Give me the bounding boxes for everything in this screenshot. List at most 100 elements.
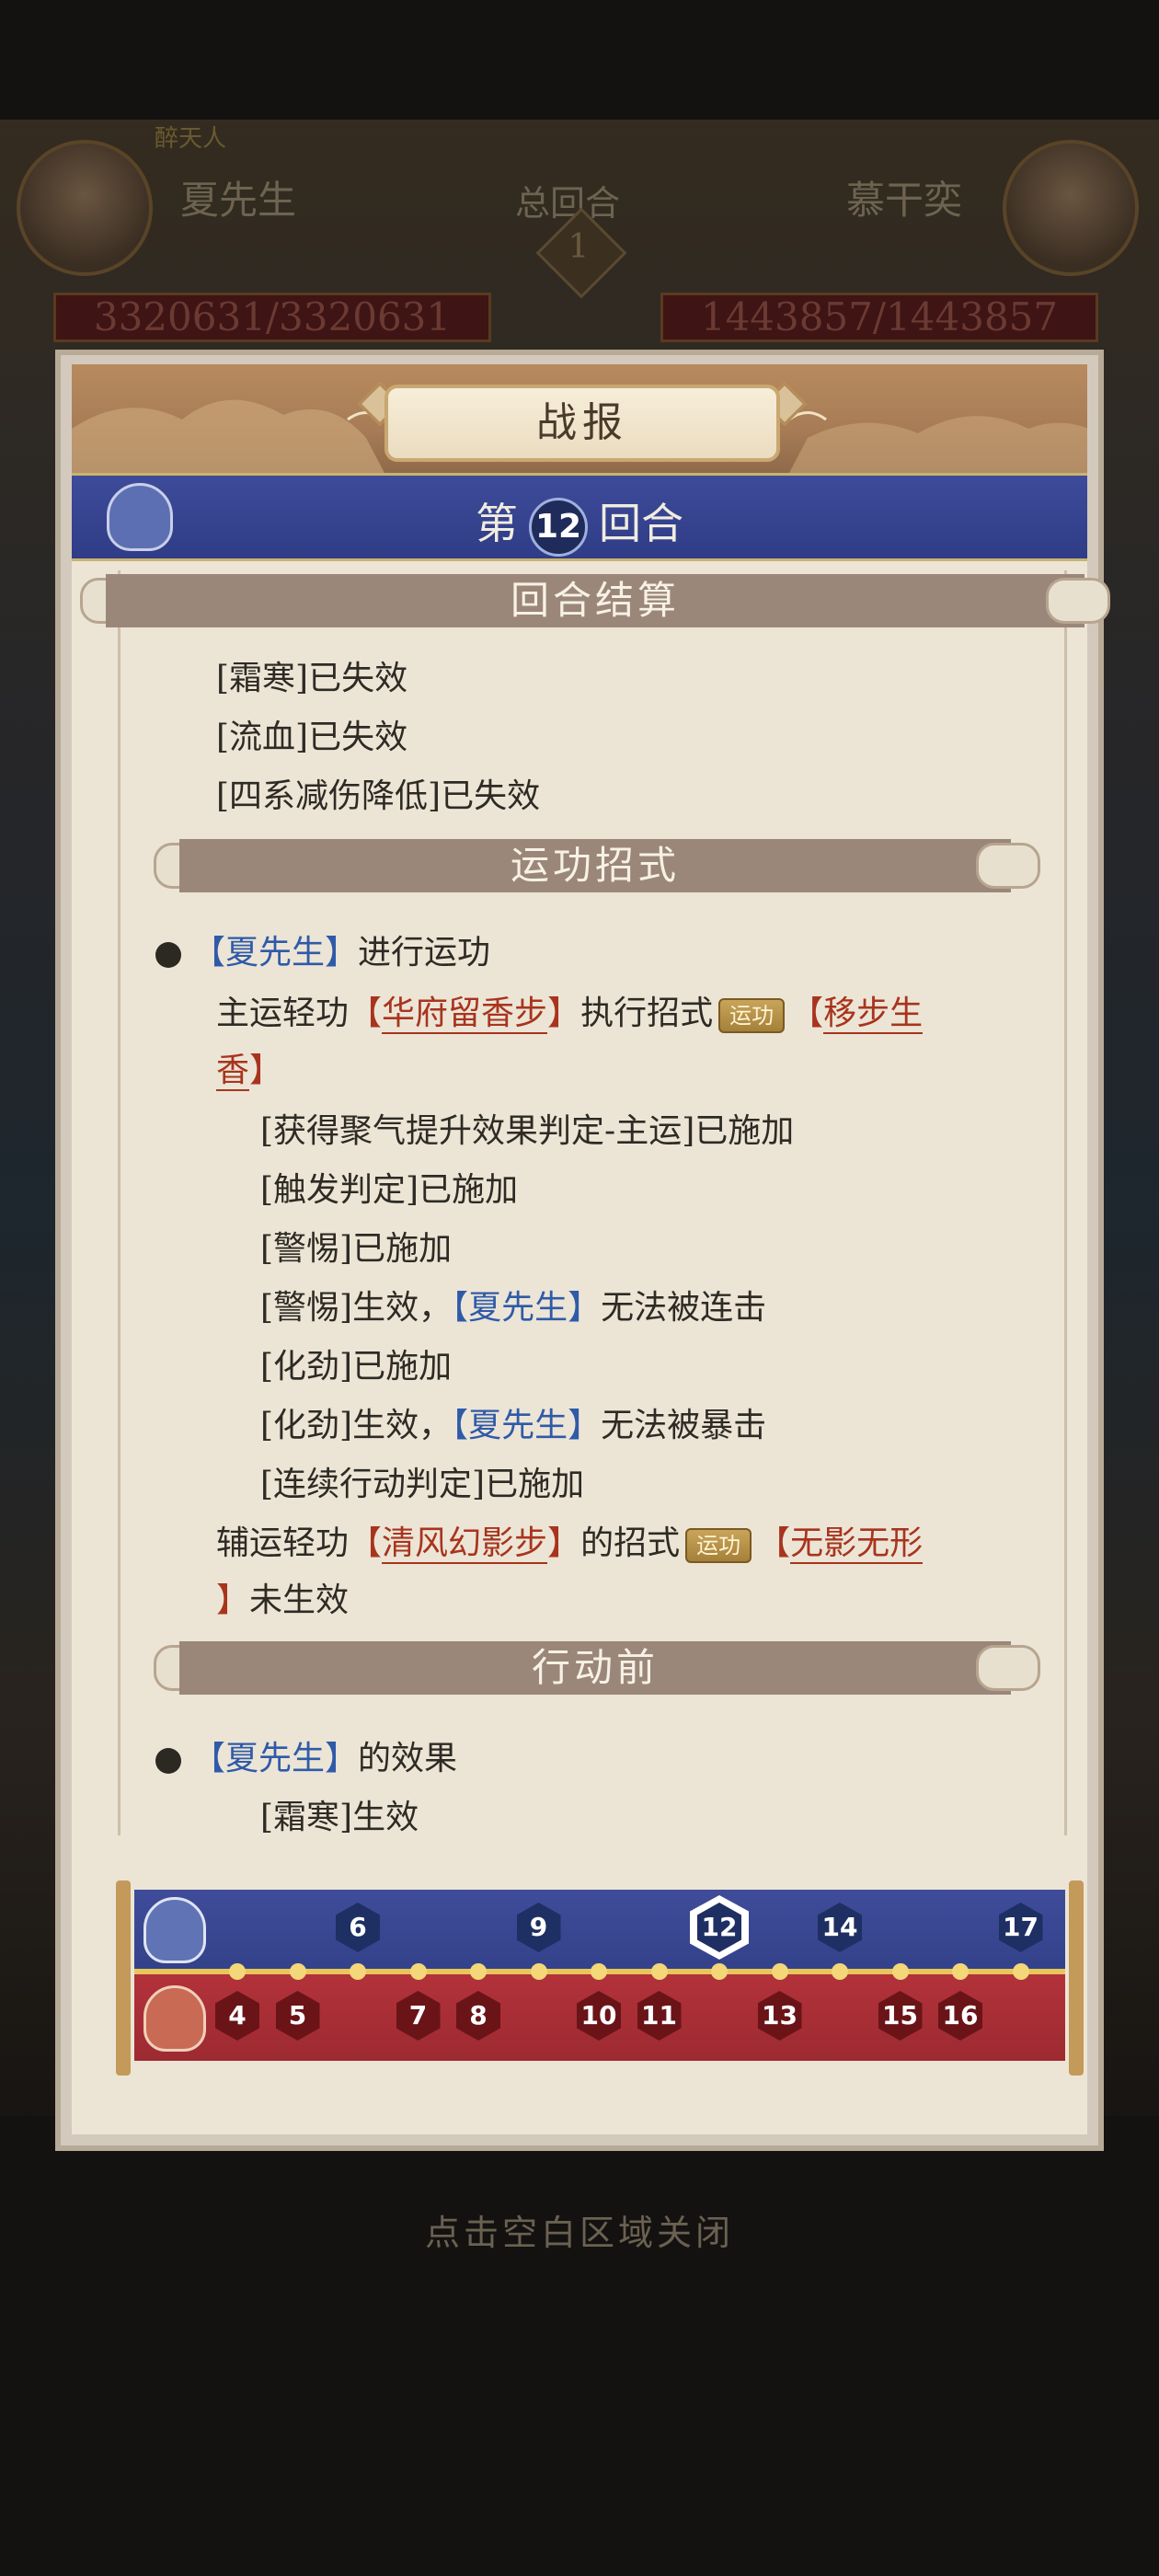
left-hero-avatar xyxy=(17,140,153,276)
main-skill-line: 主运轻功【华府留香步】执行招式 运功 【移步生 xyxy=(216,986,924,1034)
turn-order-timeline: 6 9 12 14 17 4 5 7 8 10 11 13 15 16 xyxy=(116,1880,1084,2076)
huajin-effect-line: [化劲]生效，【夏先生】无法被暴击 xyxy=(260,1398,766,1446)
timeline-dot xyxy=(289,1963,306,1980)
settlement-line: [四系减伤降低]已失效 xyxy=(216,777,541,815)
effect-prefix: [化劲]生效， xyxy=(260,1407,453,1444)
bracket: 【 xyxy=(349,995,383,1032)
timeline-dot xyxy=(952,1963,969,1980)
timeline-dot xyxy=(832,1963,848,1980)
timeline-right-post xyxy=(1069,1880,1084,2076)
before-action-text: 的效果 xyxy=(358,1740,458,1777)
bracket: 【 xyxy=(757,1524,791,1562)
banner-right-cloud-icon xyxy=(1046,578,1110,624)
report-scroll-area[interactable]: 回合结算 [霜寒]已失效 [流血]已失效 [四系减伤降低]已失效 运功招式 【夏… xyxy=(80,570,1110,1836)
round-header: 第 12 回合 xyxy=(72,473,1087,561)
bullet-icon xyxy=(155,1748,181,1774)
right-hero-avatar xyxy=(1003,140,1139,276)
action-text: 进行运功 xyxy=(358,934,491,972)
bracket: 【 xyxy=(790,995,824,1032)
settlement-line: [霜寒]已失效 xyxy=(216,660,408,697)
timeline-dot xyxy=(591,1963,607,1980)
ally-turn-track xyxy=(134,1890,1065,1972)
battle-report-panel: 战报 第 12 回合 回合结算 [霜寒]已失效 [流血]已失效 [四系减伤降低]已失… xyxy=(55,350,1110,2151)
yungong-badge: 运功 xyxy=(685,1528,752,1563)
timeline-dot xyxy=(650,1963,668,1980)
aux-move-link[interactable]: 无影无形 xyxy=(790,1524,924,1564)
effect-line: [化劲]已施加 xyxy=(260,1348,453,1386)
bracket: 】 xyxy=(547,995,581,1032)
main-move-link-cont[interactable]: 香 xyxy=(216,1052,250,1091)
bracket: 【 xyxy=(452,1407,469,1444)
left-hp-bar: 3320631/3320631 xyxy=(53,293,491,342)
timeline-dot xyxy=(229,1963,246,1980)
timeline-dot xyxy=(771,1963,788,1980)
section-skill-heading: 运功招式 xyxy=(179,839,1011,892)
actor-name[interactable]: 夏先生 xyxy=(225,934,325,972)
timeline-dot xyxy=(891,1963,909,1980)
main-skill-line-cont: 香】 xyxy=(216,1043,282,1091)
timeline-dot xyxy=(1012,1963,1029,1980)
close-hint-text[interactable]: 点击空白区域关闭 xyxy=(0,2204,1159,2255)
round-prefix: 第 xyxy=(476,499,518,548)
timeline-left-post xyxy=(116,1880,131,2076)
bracket: 】 xyxy=(547,1524,581,1562)
main-prefix: 主运轻功 xyxy=(216,995,350,1032)
actor-name[interactable]: 夏先生 xyxy=(225,1740,325,1777)
skill-actor-line: 【夏先生】进行运功 xyxy=(155,926,490,973)
effect-line: [霜寒]生效 xyxy=(260,1799,419,1836)
section-before-action-heading: 行动前 xyxy=(179,1641,1011,1695)
right-hp-bar: 1443857/1443857 xyxy=(660,293,1098,342)
timeline-dot xyxy=(470,1963,487,1980)
main-mid: 执行招式 xyxy=(580,995,714,1032)
alert-effect-line: [警惕]生效，【夏先生】无法被连击 xyxy=(260,1281,766,1328)
left-hero-name: 夏先生 xyxy=(180,178,297,223)
total-round-label: 总回合 xyxy=(515,183,621,224)
timeline-dot xyxy=(350,1963,366,1980)
timeline-dot xyxy=(530,1963,547,1980)
bracket: 【 xyxy=(192,1740,226,1777)
bullet-icon xyxy=(155,942,181,968)
main-skill-link[interactable]: 华府留香步 xyxy=(382,995,548,1034)
banner-right-cloud-icon xyxy=(976,843,1040,889)
bracket: 】 xyxy=(568,1407,602,1444)
bracket: 【 xyxy=(452,1289,469,1327)
left-hero-tag: 醉天人 xyxy=(155,125,227,153)
round-suffix: 回合 xyxy=(599,499,683,548)
effect-line: [触发判定]已施加 xyxy=(260,1171,519,1209)
round-number: 12 xyxy=(529,498,588,557)
before-action-actor-line: 【夏先生】的效果 xyxy=(155,1731,457,1779)
timeline-dot xyxy=(409,1963,427,1980)
main-move-link[interactable]: 移步生 xyxy=(823,995,924,1034)
bracket: 】 xyxy=(216,1581,250,1619)
enemy-avatar-icon xyxy=(143,1985,206,2052)
bracket: 】 xyxy=(325,1740,359,1777)
aux-suffix: 未生效 xyxy=(249,1581,350,1619)
settlement-line: [流血]已失效 xyxy=(216,719,408,756)
bracket: 【 xyxy=(349,1524,383,1562)
ally-avatar-icon xyxy=(143,1897,206,1963)
battle-hud: 醉天人 夏先生 3320631/3320631 总回合 1 慕干奕 144385… xyxy=(0,125,1159,359)
aux-skill-line: 辅运轻功【清风幻影步】的招式 运功 【无影无形 xyxy=(216,1516,924,1564)
total-round-number: 1 xyxy=(568,228,590,266)
bracket: 】 xyxy=(568,1289,602,1327)
effect-line: [连续行动判定]已施加 xyxy=(260,1466,585,1503)
actor-name[interactable]: 夏先生 xyxy=(468,1289,568,1327)
aux-skill-link[interactable]: 清风幻影步 xyxy=(382,1524,548,1564)
section-settlement-heading: 回合结算 xyxy=(106,574,1084,627)
bracket: 】 xyxy=(249,1052,283,1089)
effect-suffix: 无法被连击 xyxy=(601,1289,767,1327)
effect-suffix: 无法被暴击 xyxy=(601,1407,767,1444)
yungong-badge: 运功 xyxy=(718,998,786,1033)
panel-body: 战报 第 12 回合 回合结算 [霜寒]已失效 [流血]已失效 [四系减伤降低]已失… xyxy=(72,364,1110,2134)
panel-header: 战报 xyxy=(72,364,1087,473)
actor-name[interactable]: 夏先生 xyxy=(468,1407,568,1444)
aux-prefix: 辅运轻功 xyxy=(216,1524,350,1562)
timeline-dot xyxy=(711,1963,728,1980)
effect-line: [获得聚气提升效果判定-主运]已施加 xyxy=(260,1112,795,1150)
panel-title: 战报 xyxy=(384,385,780,462)
bracket: 】 xyxy=(325,934,359,972)
round-indicator: 第 12 回合 xyxy=(72,490,1087,557)
right-hero-name: 慕干奕 xyxy=(846,178,963,223)
aux-skill-line-cont: 】未生效 xyxy=(216,1573,349,1621)
banner-right-cloud-icon xyxy=(976,1645,1040,1691)
